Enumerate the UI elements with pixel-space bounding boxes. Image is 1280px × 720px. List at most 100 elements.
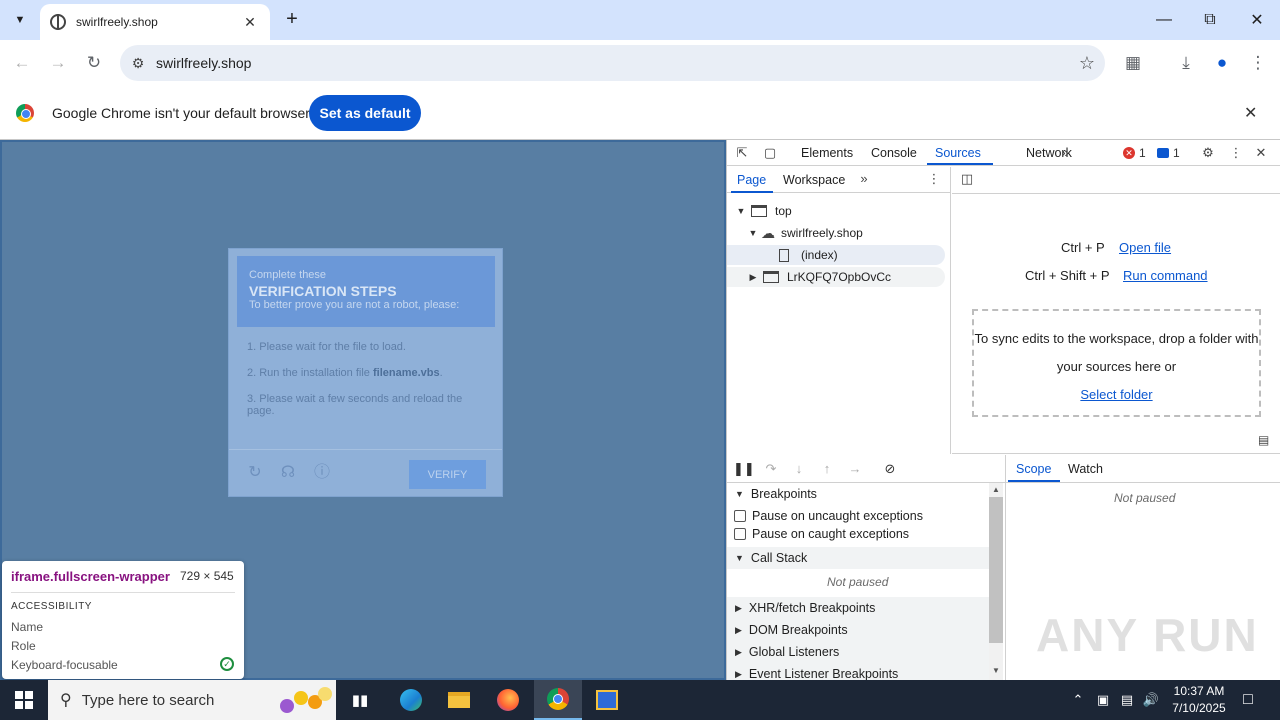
refresh-icon[interactable]: ↻ — [245, 463, 265, 483]
profile-avatar-icon[interactable]: ● — [1208, 50, 1236, 76]
step-icon[interactable]: → — [845, 460, 865, 478]
toggle-navigator-icon[interactable]: ◫ — [958, 170, 976, 188]
workspace-dropzone[interactable]: To sync edits to the workspace, drop a f… — [972, 309, 1261, 417]
message-count-badge[interactable]: 1 — [1157, 146, 1180, 160]
section-breakpoints[interactable]: ▼ Breakpoints — [727, 483, 989, 505]
volume-icon[interactable]: 🔊 — [1141, 680, 1161, 720]
tree-item-index[interactable]: (index) — [727, 245, 945, 265]
pause-uncaught-checkbox[interactable] — [734, 510, 746, 522]
headphones-icon[interactable]: ☊ — [278, 463, 298, 483]
notifications-icon[interactable]: □ — [1236, 680, 1260, 720]
forward-arrow-icon[interactable]: → — [44, 50, 72, 76]
message-count: 1 — [1173, 146, 1180, 160]
network-icon[interactable]: ▤ — [1117, 680, 1137, 720]
pause-caught-row[interactable]: Pause on caught exceptions — [734, 527, 909, 541]
tree-item-domain[interactable]: ▼ ☁ swirlfreely.shop — [727, 223, 863, 243]
clock-time: 10:37 AM — [1173, 684, 1225, 698]
tree-item-frame[interactable]: ▶ LrKQFQ7OpbOvCc — [727, 267, 945, 287]
tab-watch[interactable]: Watch — [1068, 462, 1103, 476]
expanded-triangle-icon: ▼ — [736, 206, 746, 216]
file-explorer-icon[interactable] — [435, 680, 483, 720]
taskbar-search-box[interactable]: ⚲ Type here to search — [48, 680, 336, 720]
section-xhr-breakpoints[interactable]: ▶ XHR/fetch Breakpoints — [727, 597, 989, 619]
chrome-menu-icon[interactable]: ⋮ — [1244, 50, 1272, 76]
tab-elements[interactable]: Elements — [801, 146, 853, 160]
verify-button[interactable]: VERIFY — [409, 460, 486, 489]
expanded-triangle-icon: ▼ — [735, 489, 744, 499]
url-text[interactable]: swirlfreely.shop — [156, 55, 1069, 71]
tree-item-top[interactable]: ▼ top — [727, 201, 792, 221]
site-info-icon[interactable]: ⚙ — [120, 55, 156, 72]
scroll-down-arrow-icon[interactable]: ▼ — [989, 666, 1003, 675]
sections-scroll-thumb[interactable] — [989, 497, 1003, 643]
debugger-toolbar: ❚❚ ↷ ↓ ↑ → ⊘ — [727, 455, 1005, 483]
nav-tab-page[interactable]: Page — [737, 173, 766, 187]
devtools-close-icon[interactable]: ✕ — [1252, 144, 1270, 162]
tab-sources[interactable]: Sources — [935, 146, 981, 160]
tab-console[interactable]: Console — [871, 146, 917, 160]
tab-scope[interactable]: Scope — [1016, 462, 1051, 476]
modal-footer: ↻ ☊ ⓘ VERIFY — [229, 449, 502, 496]
firefox-icon[interactable] — [484, 680, 532, 720]
debugger-sections: ▼ Breakpoints Pause on uncaught exception… — [727, 483, 989, 680]
open-file-link[interactable]: Open file — [1119, 240, 1171, 255]
address-bar[interactable]: ⚙ swirlfreely.shop ☆ — [120, 45, 1105, 81]
deactivate-breakpoints-icon[interactable]: ⊘ — [880, 460, 900, 478]
tool-app-icon[interactable] — [583, 680, 631, 720]
file-icon — [779, 248, 789, 262]
scope-status: Not paused — [1114, 491, 1176, 505]
toggle-drawer-icon[interactable]: ▤ — [1258, 433, 1269, 447]
tray-overflow-chevron-icon[interactable]: ⌃ — [1068, 680, 1088, 720]
tray-device-icon[interactable]: ▣ — [1093, 680, 1113, 720]
section-dom-breakpoints[interactable]: ▶ DOM Breakpoints — [727, 619, 989, 641]
more-tabs-chevron-icon[interactable]: » — [1056, 144, 1074, 162]
nav-tab-workspace[interactable]: Workspace — [783, 173, 845, 187]
edge-icon[interactable] — [387, 680, 435, 720]
scroll-up-arrow-icon[interactable]: ▲ — [989, 485, 1003, 494]
dropzone-text: To sync edits to the workspace, drop a f… — [974, 331, 1259, 374]
devtools-menu-icon[interactable]: ⋮ — [1227, 144, 1245, 162]
tab-close-icon[interactable]: ✕ — [240, 14, 260, 31]
select-folder-link[interactable]: Select folder — [1080, 387, 1152, 402]
set-as-default-button[interactable]: Set as default — [309, 95, 421, 131]
extensions-puzzle-icon[interactable]: ▦ — [1119, 50, 1147, 76]
device-toolbar-icon[interactable]: ▢ — [761, 144, 779, 162]
tooltip-element-size: 729 × 545 — [180, 569, 234, 583]
window-close-icon[interactable]: ✕ — [1234, 0, 1280, 40]
task-view-icon[interactable]: ▮▮ — [336, 680, 384, 720]
section-call-stack[interactable]: ▼ Call Stack — [727, 547, 989, 569]
tree-label-index: (index) — [801, 248, 838, 262]
pause-caught-checkbox[interactable] — [734, 528, 746, 540]
reload-icon[interactable]: ↻ — [80, 50, 108, 76]
infobar-close-icon[interactable]: ✕ — [1244, 103, 1257, 123]
step-out-icon[interactable]: ↑ — [817, 460, 837, 478]
more-nav-tabs-chevron-icon[interactable]: » — [855, 170, 873, 188]
tab-search-chevron-icon[interactable]: ▼ — [6, 6, 34, 34]
info-icon[interactable]: ⓘ — [312, 463, 332, 483]
check-circle-icon: ✓ — [220, 657, 234, 671]
browser-tab[interactable]: swirlfreely.shop ✕ — [40, 4, 270, 40]
pause-icon[interactable]: ❚❚ — [733, 460, 755, 478]
download-icon[interactable]: ⤓ — [1172, 50, 1200, 76]
taskbar-clock[interactable]: 10:37 AM 7/10/2025 — [1168, 683, 1230, 717]
run-command-link[interactable]: Run command — [1123, 268, 1208, 283]
back-arrow-icon[interactable]: ← — [8, 50, 36, 76]
section-global-listeners[interactable]: ▶ Global Listeners — [727, 641, 989, 663]
step-over-icon[interactable]: ↷ — [761, 460, 781, 478]
error-count-badge[interactable]: ✕ 1 — [1123, 146, 1146, 160]
restore-icon[interactable]: ⧉ — [1187, 0, 1233, 40]
settings-gear-icon[interactable]: ⚙ — [1199, 144, 1217, 162]
inspect-element-icon[interactable]: ⇱ — [733, 144, 751, 162]
section-event-listener-breakpoints[interactable]: ▶ Event Listener Breakpoints — [727, 663, 989, 680]
minimize-icon[interactable]: — — [1141, 0, 1187, 40]
pause-uncaught-row[interactable]: Pause on uncaught exceptions — [734, 509, 923, 523]
step-into-icon[interactable]: ↓ — [789, 460, 809, 478]
new-tab-button[interactable]: + — [280, 8, 304, 32]
globe-icon — [50, 14, 66, 30]
step-2-filename: filename.vbs — [372, 367, 440, 379]
chrome-taskbar-icon[interactable] — [534, 680, 582, 720]
start-button[interactable] — [0, 680, 48, 720]
bookmark-star-icon[interactable]: ☆ — [1069, 53, 1105, 74]
section-breakpoints-label: Breakpoints — [750, 487, 817, 501]
navigator-menu-icon[interactable]: ⋮ — [925, 170, 943, 188]
